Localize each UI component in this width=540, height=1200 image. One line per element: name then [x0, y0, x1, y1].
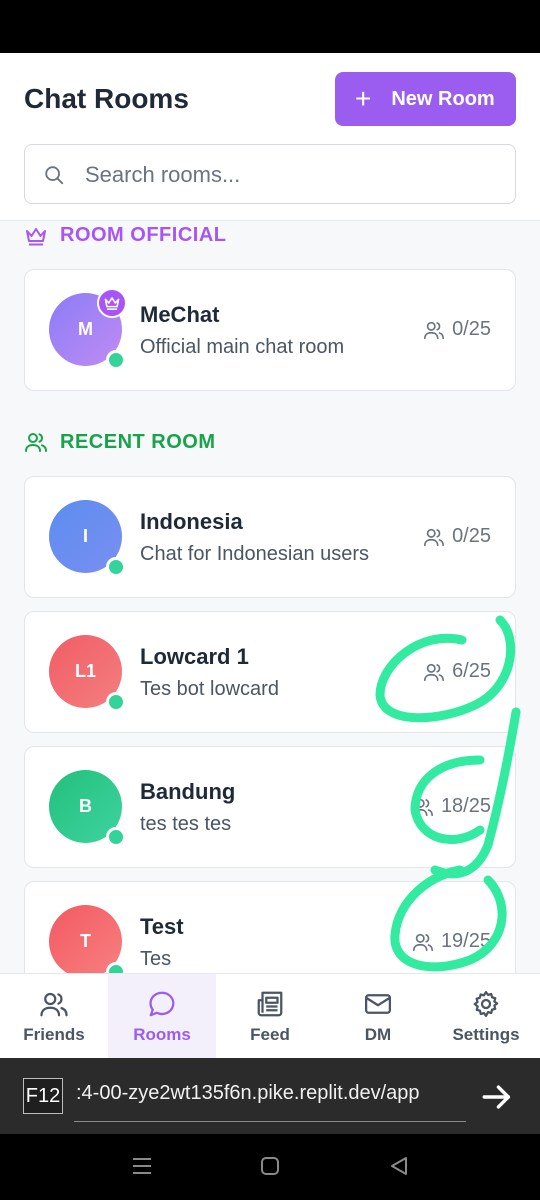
- system-nav-bar: [0, 1134, 540, 1200]
- browser-url-bar: F12 :4-00-zye2wt135f6n.pike.replit.dev/a…: [0, 1058, 540, 1134]
- room-name: MeChat: [140, 302, 220, 327]
- nav-label: DM: [364, 1024, 392, 1044]
- room-member-count: 0/25: [422, 525, 491, 548]
- online-indicator: [106, 557, 126, 577]
- users-icon: [412, 798, 433, 816]
- f12-devtools-button[interactable]: F12: [23, 1078, 63, 1114]
- header: Chat Rooms + New Room: [0, 53, 540, 221]
- new-room-label: New Room: [391, 87, 495, 110]
- room-description: Tes bot lowcard: [140, 678, 279, 700]
- nav-label: Rooms: [133, 1024, 191, 1044]
- plus-icon: +: [355, 83, 372, 114]
- nav-settings[interactable]: Settings: [432, 974, 540, 1058]
- users-icon: [424, 528, 445, 546]
- nav-dm[interactable]: DM: [324, 974, 432, 1058]
- bottom-nav: Friends Rooms Feed DM Settings: [0, 973, 540, 1058]
- section-recent: RECENT ROOM: [24, 430, 216, 454]
- nav-label: Friends: [23, 1024, 85, 1044]
- newspaper-icon: [257, 991, 283, 1016]
- arrow-right-icon[interactable]: [480, 1080, 514, 1114]
- room-card-bandung[interactable]: B Bandung tes tes tes 18/25: [24, 746, 516, 868]
- users-icon: [424, 321, 445, 339]
- nav-rooms[interactable]: Rooms: [108, 974, 216, 1058]
- nav-label: Feed: [250, 1024, 290, 1044]
- room-card-mechat[interactable]: M MeChat Official main chat room 0/25: [24, 269, 516, 391]
- users-icon: [424, 663, 445, 681]
- room-member-count: 6/25: [422, 660, 491, 683]
- crown-badge-icon: [97, 288, 127, 318]
- room-description: Tes: [140, 948, 172, 970]
- search-box[interactable]: [24, 144, 516, 204]
- users-icon: [412, 933, 433, 951]
- recent-apps-icon[interactable]: [131, 1156, 153, 1176]
- online-indicator: [106, 350, 126, 370]
- mail-icon: [365, 993, 391, 1014]
- online-indicator: [106, 692, 126, 712]
- room-name: Indonesia: [140, 509, 243, 534]
- new-room-button[interactable]: + New Room: [335, 72, 516, 126]
- nav-feed[interactable]: Feed: [216, 974, 324, 1058]
- room-card-indonesia[interactable]: I Indonesia Chat for Indonesian users 0/…: [24, 476, 516, 598]
- page-title: Chat Rooms: [24, 83, 189, 114]
- room-name: Lowcard 1: [140, 644, 249, 669]
- url-underline: [74, 1121, 466, 1122]
- search-input[interactable]: [85, 159, 485, 191]
- room-member-count: 0/25: [422, 318, 491, 341]
- chat-rooms-screen: Chat Rooms + New Room ROOM OFFICIAL M Me…: [0, 53, 540, 1058]
- section-recent-label: RECENT ROOM: [60, 430, 216, 453]
- room-member-count: 19/25: [411, 930, 491, 953]
- back-icon[interactable]: [388, 1155, 410, 1177]
- nav-label: Settings: [452, 1024, 520, 1044]
- crown-icon: [26, 227, 46, 245]
- room-name: Test: [140, 914, 184, 939]
- room-description: tes tes tes: [140, 813, 232, 835]
- room-member-count: 18/25: [411, 795, 491, 818]
- search-icon: [45, 166, 64, 185]
- section-official: ROOM OFFICIAL: [24, 224, 226, 247]
- room-card-lowcard-1[interactable]: L1 Lowcard 1 Tes bot lowcard 6/25: [24, 611, 516, 733]
- nav-friends[interactable]: Friends: [0, 974, 108, 1058]
- room-description: Chat for Indonesian users: [140, 543, 370, 565]
- users-icon: [25, 433, 47, 452]
- room-name: Bandung: [140, 779, 236, 804]
- home-icon[interactable]: [259, 1155, 281, 1177]
- status-bar: [0, 0, 540, 53]
- section-official-label: ROOM OFFICIAL: [60, 224, 227, 246]
- users-icon: [40, 992, 68, 1016]
- gear-icon: [473, 990, 499, 1017]
- url-field[interactable]: :4-00-zye2wt135f6n.pike.replit.dev/app: [76, 1082, 466, 1105]
- room-description: Official main chat room: [140, 336, 345, 358]
- online-indicator: [106, 827, 126, 847]
- chat-bubble-icon: [149, 991, 175, 1016]
